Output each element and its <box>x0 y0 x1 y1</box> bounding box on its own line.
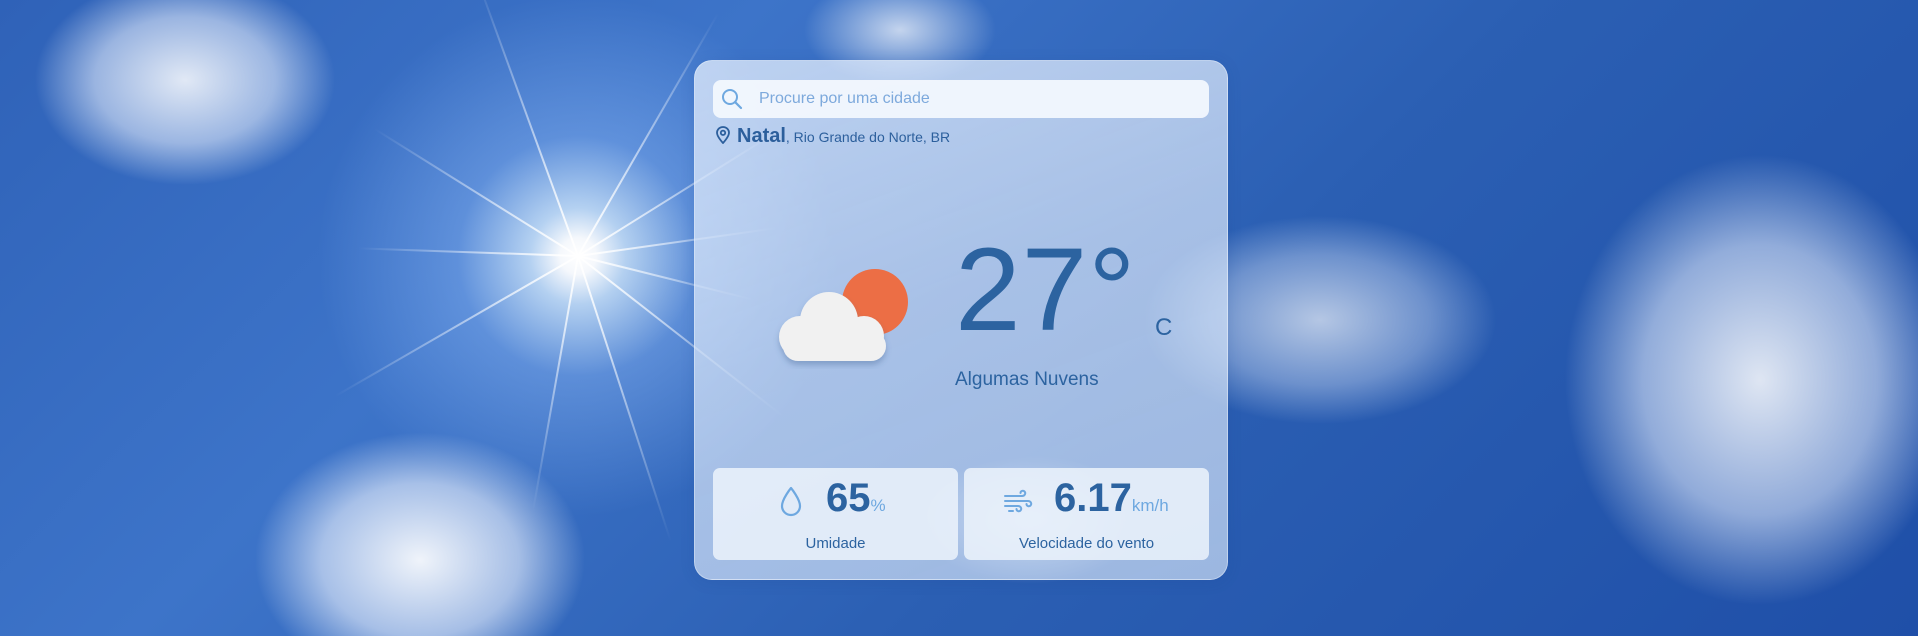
water-drop-icon <box>780 486 802 517</box>
weather-condition: Algumas Nuvens <box>955 369 1099 390</box>
map-pin-icon <box>716 126 730 144</box>
partly-cloudy-icon <box>779 269 908 361</box>
wind-icon <box>1004 489 1033 513</box>
weather-app: { "search": { "placeholder": "Procure po… <box>0 0 1918 636</box>
search-bar <box>713 80 1209 118</box>
humidity-value: 65 <box>826 476 871 520</box>
weather-stats: 65% Umidade 6.17km/h Velocidade do vento <box>713 468 1209 560</box>
wind-label: Velocidade do vento <box>1018 535 1155 552</box>
temperature-value: 27° <box>955 224 1137 356</box>
location: Natal , Rio Grande do Norte, BR <box>715 124 950 148</box>
wind-stat: 6.17km/h Velocidade do vento <box>964 468 1209 560</box>
city-name: Natal <box>737 125 786 147</box>
region-name: , Rio Grande do Norte, BR <box>785 129 951 145</box>
humidity-label: Umidade <box>805 535 866 552</box>
wind-unit: km/h <box>1131 496 1169 515</box>
humidity-stat: 65% Umidade <box>713 468 958 560</box>
weather-card: Natal , Rio Grande do Norte, BR 27° C Al… <box>694 60 1228 580</box>
temperature-unit: C <box>1155 314 1173 341</box>
search-input[interactable] <box>751 80 1191 118</box>
search-icon[interactable] <box>720 87 744 111</box>
temperature: 27° <box>955 231 1136 349</box>
wind-value: 6.17 <box>1054 476 1132 520</box>
humidity-unit: % <box>870 496 886 515</box>
